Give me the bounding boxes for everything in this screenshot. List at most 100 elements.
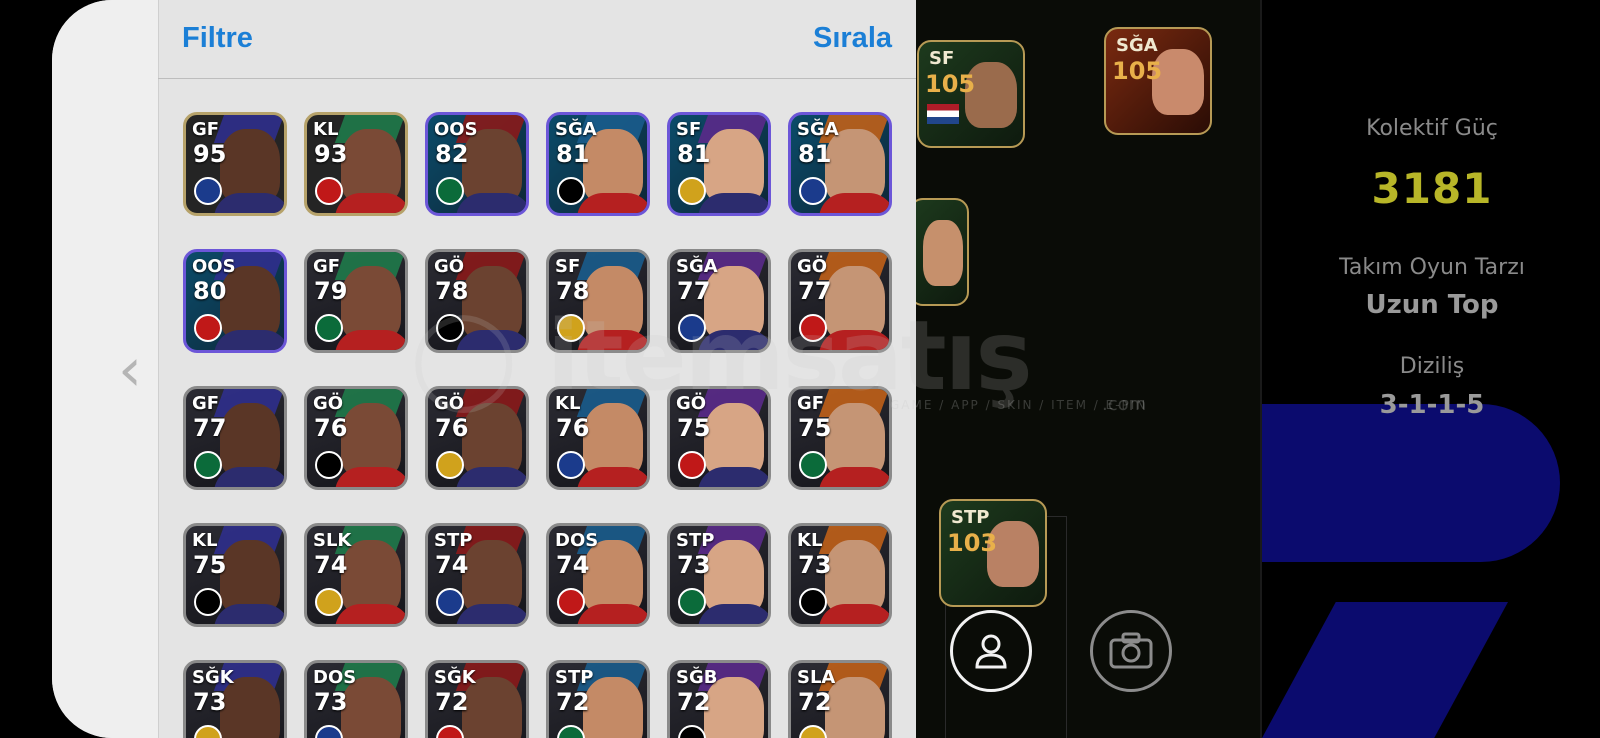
player-rating: 72 <box>798 688 832 716</box>
player-card[interactable]: SĞB 72 <box>667 660 771 738</box>
player-rating: 74 <box>435 551 469 579</box>
player-card[interactable]: KL 76 <box>546 386 650 490</box>
player-card[interactable]: SF 81 <box>667 112 771 216</box>
club-badge-icon <box>678 588 706 616</box>
formation-value: 3-1-1-5 <box>1379 390 1485 420</box>
player-position: KL <box>313 119 339 140</box>
player-card[interactable]: GF 95 <box>183 112 287 216</box>
chevron-left-icon[interactable]: ‹ <box>118 340 142 400</box>
player-shirt <box>698 193 768 213</box>
player-rating: 82 <box>435 140 469 168</box>
player-portrait <box>825 540 885 614</box>
field-player-card[interactable]: SĞA 105 <box>1104 27 1212 135</box>
field-player-card[interactable]: SF 105 <box>917 40 1025 148</box>
player-portrait <box>341 129 401 203</box>
player-portrait <box>704 540 764 614</box>
player-rating: 80 <box>193 277 227 305</box>
sort-button[interactable]: Sırala <box>813 22 892 55</box>
player-shirt <box>214 193 284 213</box>
camera-button[interactable] <box>1090 610 1172 692</box>
player-card[interactable]: KL 75 <box>183 523 287 627</box>
player-portrait <box>583 266 643 340</box>
player-card[interactable]: DOS 74 <box>546 523 650 627</box>
player-card[interactable]: SLA 72 <box>788 660 892 738</box>
player-card[interactable]: GÖ 76 <box>304 386 408 490</box>
formation-label: Diziliş <box>1399 354 1465 379</box>
filter-button[interactable]: Filtre <box>182 22 253 55</box>
player-card[interactable]: GF 75 <box>788 386 892 490</box>
player-rating: 72 <box>556 688 590 716</box>
player-card[interactable]: SF 78 <box>546 249 650 353</box>
club-badge-icon <box>678 177 706 205</box>
player-rating: 79 <box>314 277 348 305</box>
player-portrait <box>462 403 522 477</box>
player-card[interactable]: GÖ 78 <box>425 249 529 353</box>
player-shirt <box>214 467 284 487</box>
player-card[interactable]: OOS 82 <box>425 112 529 216</box>
player-card[interactable]: SĞK 73 <box>183 660 287 738</box>
player-portrait <box>341 540 401 614</box>
formation-field: SF 105 SĞA 105 STP 103 <box>915 0 1260 738</box>
player-position: SLK <box>313 530 352 551</box>
player-portrait <box>220 129 280 203</box>
player-rating: 73 <box>193 688 227 716</box>
player-card[interactable]: KL 73 <box>788 523 892 627</box>
club-badge-icon <box>436 725 464 738</box>
player-card[interactable]: SLK 74 <box>304 523 408 627</box>
field-player-card-partial[interactable] <box>915 198 969 306</box>
player-card[interactable]: GÖ 75 <box>667 386 771 490</box>
player-shirt <box>698 467 768 487</box>
player-rating: 77 <box>677 277 711 305</box>
player-portrait <box>583 403 643 477</box>
player-shirt <box>335 467 405 487</box>
player-card[interactable]: GÖ 77 <box>788 249 892 353</box>
club-badge-icon <box>799 725 827 738</box>
player-shirt <box>456 604 526 624</box>
collective-power-label: Kolektif Güç <box>1366 116 1498 141</box>
club-badge-icon <box>678 725 706 738</box>
club-badge-icon <box>678 451 706 479</box>
player-card[interactable]: STP 72 <box>546 660 650 738</box>
field-player-card[interactable]: STP 103 <box>939 499 1047 607</box>
player-card[interactable]: GÖ 76 <box>425 386 529 490</box>
player-card[interactable]: OOS 80 <box>183 249 287 353</box>
player-card[interactable]: SĞK 72 <box>425 660 529 738</box>
player-rating: 81 <box>556 140 590 168</box>
player-position: GÖ <box>797 256 828 277</box>
player-card[interactable]: GF 77 <box>183 386 287 490</box>
player-shirt <box>577 604 647 624</box>
player-position: STP <box>676 530 715 551</box>
player-portrait <box>825 403 885 477</box>
player-list-panel: ‹ Filtre Sırala GF 95 KL 93 OOS 82 SĞA 81 SF 81 SĞ… <box>52 0 916 738</box>
player-position: GF <box>313 256 341 277</box>
player-position: STP <box>434 530 473 551</box>
player-card[interactable]: SĞA 81 <box>546 112 650 216</box>
player-card[interactable]: STP 74 <box>425 523 529 627</box>
player-portrait <box>462 129 522 203</box>
field-card-rating: 103 <box>947 529 998 557</box>
player-card[interactable]: GF 79 <box>304 249 408 353</box>
player-rating: 74 <box>556 551 590 579</box>
player-card[interactable]: SĞA 77 <box>667 249 771 353</box>
club-badge-icon <box>557 588 585 616</box>
player-position: SĞK <box>192 667 234 688</box>
club-badge-icon <box>315 588 343 616</box>
player-position: GF <box>192 119 220 140</box>
player-card[interactable]: KL 93 <box>304 112 408 216</box>
player-rating: 77 <box>193 414 227 442</box>
player-rating: 75 <box>677 414 711 442</box>
player-card[interactable]: STP 73 <box>667 523 771 627</box>
player-portrait <box>462 540 522 614</box>
player-rating: 74 <box>314 551 348 579</box>
player-position: GF <box>797 393 825 414</box>
player-shirt <box>698 330 768 350</box>
player-position: DOS <box>313 667 357 688</box>
player-card[interactable]: DOS 73 <box>304 660 408 738</box>
player-card[interactable]: SĞA 81 <box>788 112 892 216</box>
player-rating: 73 <box>314 688 348 716</box>
player-rating: 77 <box>798 277 832 305</box>
player-rating: 73 <box>798 551 832 579</box>
player-portrait <box>341 266 401 340</box>
field-card-position: SĞA <box>1116 35 1158 56</box>
profile-button[interactable] <box>950 610 1032 692</box>
